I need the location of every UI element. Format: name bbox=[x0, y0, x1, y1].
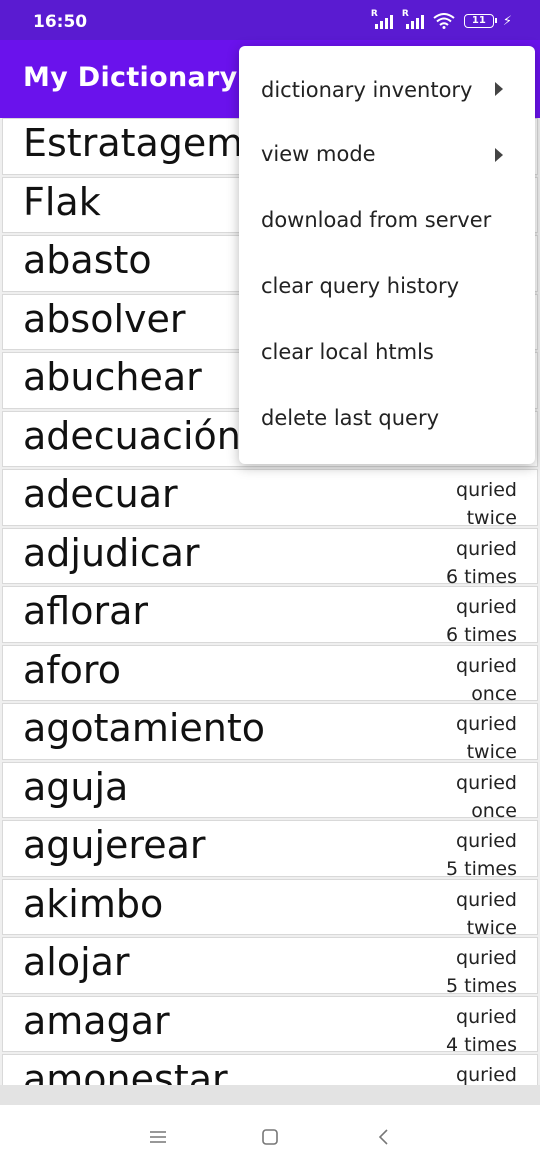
word-text: adjudicar bbox=[23, 530, 200, 575]
list-item[interactable]: adjudicar quried 6 times bbox=[2, 527, 538, 588]
list-item[interactable]: akimbo quried twice bbox=[2, 878, 538, 939]
word-text: Flak bbox=[23, 179, 101, 224]
wifi-icon bbox=[433, 13, 455, 29]
list-item[interactable]: alojar quried 5 times bbox=[2, 937, 538, 997]
word-text: Estratagema bbox=[23, 121, 267, 165]
query-count-label: quried bbox=[456, 947, 517, 969]
query-count: quried 4 times bbox=[446, 1003, 517, 1059]
word-text: absolver bbox=[23, 296, 186, 341]
query-count-label: quried bbox=[456, 654, 517, 677]
list-item[interactable]: aforo quried once bbox=[2, 644, 538, 705]
signal-icon: R bbox=[371, 9, 393, 29]
word-text: aflorar bbox=[23, 589, 149, 633]
query-count: quried once bbox=[456, 652, 517, 708]
list-item[interactable]: aguja quried once bbox=[2, 761, 538, 822]
query-count-label: quried bbox=[456, 596, 517, 618]
back-icon[interactable] bbox=[372, 1125, 396, 1149]
menu-item-view-mode[interactable]: view mode bbox=[239, 112, 535, 178]
menu-icon[interactable] bbox=[146, 1125, 170, 1149]
status-icons: R R 11 ⚡ bbox=[371, 9, 512, 30]
status-time: 16:50 bbox=[33, 12, 88, 32]
query-count-label: quried bbox=[456, 1064, 517, 1085]
submenu-arrow-icon bbox=[495, 148, 503, 162]
word-text: agotamiento bbox=[23, 706, 266, 750]
menu-item-clear-query-history[interactable]: clear query history bbox=[239, 244, 535, 310]
query-count: quried once bbox=[456, 769, 517, 825]
word-text: amagar bbox=[23, 998, 170, 1043]
battery-icon: 11 bbox=[463, 14, 497, 28]
menu-item-label: clear query history bbox=[261, 274, 460, 298]
menu-item-clear-local-htmls[interactable]: clear local htmls bbox=[239, 310, 535, 376]
menu-item-label: delete last query bbox=[261, 406, 440, 430]
query-count-label: quried bbox=[456, 537, 517, 560]
word-text: adecuar bbox=[23, 472, 178, 516]
word-text: agujerear bbox=[23, 823, 206, 867]
list-item[interactable]: amonestar quried bbox=[2, 1054, 538, 1085]
word-text: aguja bbox=[23, 764, 129, 809]
overflow-menu: dictionary inventory view mode download fr… bbox=[239, 46, 535, 464]
list-item[interactable]: adecuar quried twice bbox=[2, 469, 538, 529]
word-text: adecuación bbox=[23, 413, 241, 458]
word-text: akimbo bbox=[23, 881, 164, 926]
list-item[interactable]: agotamiento quried twice bbox=[2, 703, 538, 763]
query-count: quried twice bbox=[456, 710, 517, 766]
word-text: alojar bbox=[23, 940, 130, 984]
menu-item-download-from-server[interactable]: download from server bbox=[239, 178, 535, 244]
menu-item-label: view mode bbox=[261, 142, 376, 166]
query-count-label: quried bbox=[456, 713, 517, 735]
submenu-arrow-icon bbox=[495, 82, 503, 96]
query-count: quried twice bbox=[456, 886, 517, 942]
list-item[interactable]: amagar quried 4 times bbox=[2, 995, 538, 1056]
list-item[interactable]: aflorar quried 6 times bbox=[2, 586, 538, 646]
menu-item-delete-last-query[interactable]: delete last query bbox=[239, 376, 535, 442]
query-count-label: quried bbox=[456, 1005, 517, 1028]
query-count-label: quried bbox=[456, 479, 517, 501]
list-bottom-strip bbox=[0, 1085, 540, 1105]
query-count: quried 5 times bbox=[446, 944, 517, 1000]
query-count: quried 5 times bbox=[446, 827, 517, 883]
query-count: quried 6 times bbox=[446, 593, 517, 649]
query-count: quried 6 times bbox=[446, 535, 517, 591]
word-text: abuchear bbox=[23, 355, 202, 399]
menu-item-label: download from server bbox=[261, 208, 492, 232]
query-count-label: quried bbox=[456, 888, 517, 911]
home-icon[interactable] bbox=[258, 1125, 282, 1149]
list-item[interactable]: agujerear quried 5 times bbox=[2, 820, 538, 880]
menu-item-dictionary-inventory[interactable]: dictionary inventory bbox=[239, 46, 535, 112]
app-title: My Dictionary bbox=[23, 62, 238, 93]
word-text: aforo bbox=[23, 647, 121, 692]
word-text: abasto bbox=[23, 238, 152, 282]
menu-item-label: clear local htmls bbox=[261, 340, 434, 364]
charging-icon: ⚡ bbox=[502, 13, 512, 29]
status-bar: 16:50 R R 11 ⚡ bbox=[0, 0, 540, 40]
query-count: quried twice bbox=[456, 476, 517, 532]
query-count-label: quried bbox=[456, 830, 517, 852]
query-count: quried bbox=[456, 1061, 517, 1085]
word-text: amonestar bbox=[23, 1057, 228, 1085]
signal-icon: R bbox=[402, 9, 424, 29]
query-count-label: quried bbox=[456, 771, 517, 794]
menu-item-label: dictionary inventory bbox=[261, 78, 473, 102]
navigation-bar bbox=[0, 1105, 540, 1170]
